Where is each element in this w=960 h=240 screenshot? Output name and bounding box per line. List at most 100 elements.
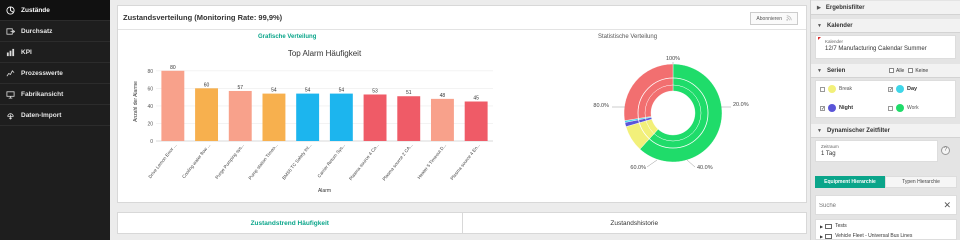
- section-calendar[interactable]: ▼ Kalender: [811, 19, 960, 33]
- series-color-dot: [828, 85, 836, 93]
- leader-line: [686, 159, 696, 168]
- series-checkbox[interactable]: [820, 86, 825, 92]
- folder-icon: [825, 233, 833, 239]
- x-tick-label: BMS5 TC Safety Int...: [281, 143, 312, 181]
- expand-icon[interactable]: ▶: [820, 224, 823, 229]
- bar[interactable]: [329, 93, 353, 141]
- series-item-break[interactable]: Break: [820, 85, 852, 93]
- bar[interactable]: [464, 101, 488, 142]
- folder-icon: [825, 223, 833, 229]
- nav-label: Prozesswerte: [21, 69, 63, 77]
- series-checkbox[interactable]: [888, 105, 893, 111]
- bar[interactable]: [430, 98, 454, 141]
- factory-icon: [5, 89, 15, 99]
- bar[interactable]: [363, 94, 387, 141]
- rss-icon: [786, 14, 792, 23]
- x-tick-label: Cooling water flow ...: [181, 143, 211, 180]
- nav-item-zustaende[interactable]: Zustände: [0, 0, 110, 21]
- tab-equipment-hierarchy[interactable]: Equipment Hierarchie: [815, 176, 885, 188]
- section-dynamic-time-filter[interactable]: ▼ Dynamischer Zeitfilter: [811, 124, 960, 138]
- clear-icon[interactable]: ✕: [943, 200, 951, 210]
- bar[interactable]: [228, 90, 252, 141]
- calendar-value: 12/7 Manufacturing Calendar Summer: [825, 46, 927, 52]
- throughput-icon: [5, 26, 15, 36]
- y-tick-label: 0: [150, 139, 153, 145]
- main-content: Zustandsverteilung (Monitoring Rate: 99,…: [110, 0, 810, 240]
- bar-chart-area: Top Alarm Häufigkeit 0 20 40 60 80 Anzahl der …: [118, 46, 498, 204]
- help-icon[interactable]: ?: [941, 146, 950, 155]
- all-label: Alle: [896, 67, 905, 74]
- series-item-work[interactable]: Work: [888, 104, 919, 112]
- section-label: Dynamischer Zeitfilter: [826, 127, 890, 134]
- series-label: Break: [839, 86, 853, 92]
- bar-value-label: 54: [271, 88, 277, 94]
- leader-line: [646, 159, 658, 168]
- bar[interactable]: [262, 93, 286, 141]
- select-all-checkbox[interactable]: [889, 68, 894, 73]
- y-tick-label: 20: [147, 121, 153, 127]
- sidebar: Zustände Durchsatz KPI Prozesswerte Fabr…: [0, 0, 110, 240]
- hierarchy-tree: ▶ Tests ▶ Vehicle Fleet - Universal Bus …: [815, 219, 957, 240]
- series-item-night[interactable]: ✓ Night: [820, 104, 853, 112]
- bottom-tabs: Zustandstrend Häufigkeit Zustandshistori…: [117, 212, 807, 234]
- section-series[interactable]: ▼ Serien Alle Keine: [811, 64, 960, 78]
- donut-slice[interactable]: [623, 63, 674, 121]
- bar[interactable]: [195, 88, 219, 141]
- x-tick-label: Carrier Return Sys...: [316, 143, 346, 179]
- chart-title: Top Alarm Häufigkeit: [288, 49, 362, 58]
- section-label: Ergebnisfilter: [825, 4, 865, 11]
- tree-item-tests[interactable]: ▶ Tests: [820, 223, 847, 229]
- donut-chart-area: 100% 20.0% 40.0% 60.0% 80.0%: [558, 46, 798, 204]
- series-label: Work: [907, 105, 919, 111]
- tab-graphic-distribution[interactable]: Grafische Verteilung: [258, 34, 316, 40]
- section-results-filter[interactable]: ▶ Ergebnisfilter: [811, 1, 960, 15]
- y-tick-label: 80: [147, 69, 153, 75]
- y-axis-label: Anzahl der Alarme: [133, 81, 139, 122]
- panel-header: Zustandsverteilung (Monitoring Rate: 99,…: [118, 6, 806, 30]
- calendar-select[interactable]: Kalender 12/7 Manufacturing Calendar Sum…: [815, 35, 956, 59]
- donut-percent-label: 60.0%: [630, 165, 646, 171]
- calendar-label: Kalender: [825, 39, 844, 44]
- nav-item-daten-import[interactable]: Daten-Import: [0, 105, 110, 126]
- subscribe-button[interactable]: Abonnieren: [750, 12, 798, 25]
- tab-type-hierarchy[interactable]: Typen Hierarchie: [885, 176, 957, 188]
- series-all-none: Alle Keine: [889, 68, 928, 74]
- bar-value-label: 54: [339, 88, 345, 94]
- x-tick-label: Purge Pumping sys...: [214, 143, 245, 180]
- filter-panel: ▶ Ergebnisfilter ▼ Kalender Kalender 12/…: [810, 0, 960, 240]
- y-tick-label: 40: [147, 104, 153, 110]
- nav-item-fabrikansicht[interactable]: Fabrikansicht: [0, 84, 110, 105]
- tab-state-trend-frequency[interactable]: Zustandstrend Häufigkeit: [118, 213, 463, 233]
- series-item-day[interactable]: ✓ Day: [888, 85, 917, 93]
- series-checkbox-checked[interactable]: ✓: [820, 105, 825, 111]
- nav-item-kpi[interactable]: KPI: [0, 42, 110, 63]
- donut-percent-label: 80.0%: [593, 103, 609, 109]
- series-list: Break ✓ Day ✓ Night Work: [815, 80, 956, 118]
- bar-chart: Top Alarm Häufigkeit 0 20 40 60 80 Anzahl der …: [133, 49, 493, 194]
- tab-state-history[interactable]: Zustandshistorie: [463, 213, 807, 233]
- bar[interactable]: [397, 96, 421, 141]
- import-icon: [5, 110, 15, 120]
- nav-item-durchsatz[interactable]: Durchsatz: [0, 21, 110, 42]
- bar-value-label: 48: [440, 93, 446, 99]
- state-distribution-panel: Zustandsverteilung (Monitoring Rate: 99,…: [117, 5, 807, 203]
- bar-value-label: 57: [237, 85, 243, 91]
- bar[interactable]: [296, 93, 320, 141]
- y-tick-label: 60: [147, 86, 153, 92]
- bar-value-label: 80: [170, 65, 176, 71]
- select-none-checkbox[interactable]: [908, 68, 914, 73]
- tree-label: Vehicle Fleet - Universal Bus Lines: [835, 233, 913, 239]
- required-marker-icon: [818, 37, 821, 40]
- search-input[interactable]: [819, 200, 929, 211]
- tab-statistic-distribution[interactable]: Statistische Verteilung: [598, 34, 657, 40]
- hierarchy-search: ✕: [815, 195, 957, 215]
- x-tick-label: Pump station Timeo...: [247, 143, 278, 181]
- nav-item-prozesswerte[interactable]: Prozesswerte: [0, 63, 110, 84]
- period-select[interactable]: Zeitraum 1 Tag: [815, 140, 938, 162]
- bar[interactable]: [161, 70, 185, 141]
- tree-item-fleet[interactable]: ▶ Vehicle Fleet - Universal Bus Lines: [820, 233, 912, 239]
- hierarchy-tabs: Equipment Hierarchie Typen Hierarchie: [815, 176, 957, 188]
- series-checkbox-checked[interactable]: ✓: [888, 86, 893, 92]
- expand-icon[interactable]: ▶: [820, 234, 823, 239]
- bar-value-label: 60: [204, 82, 210, 88]
